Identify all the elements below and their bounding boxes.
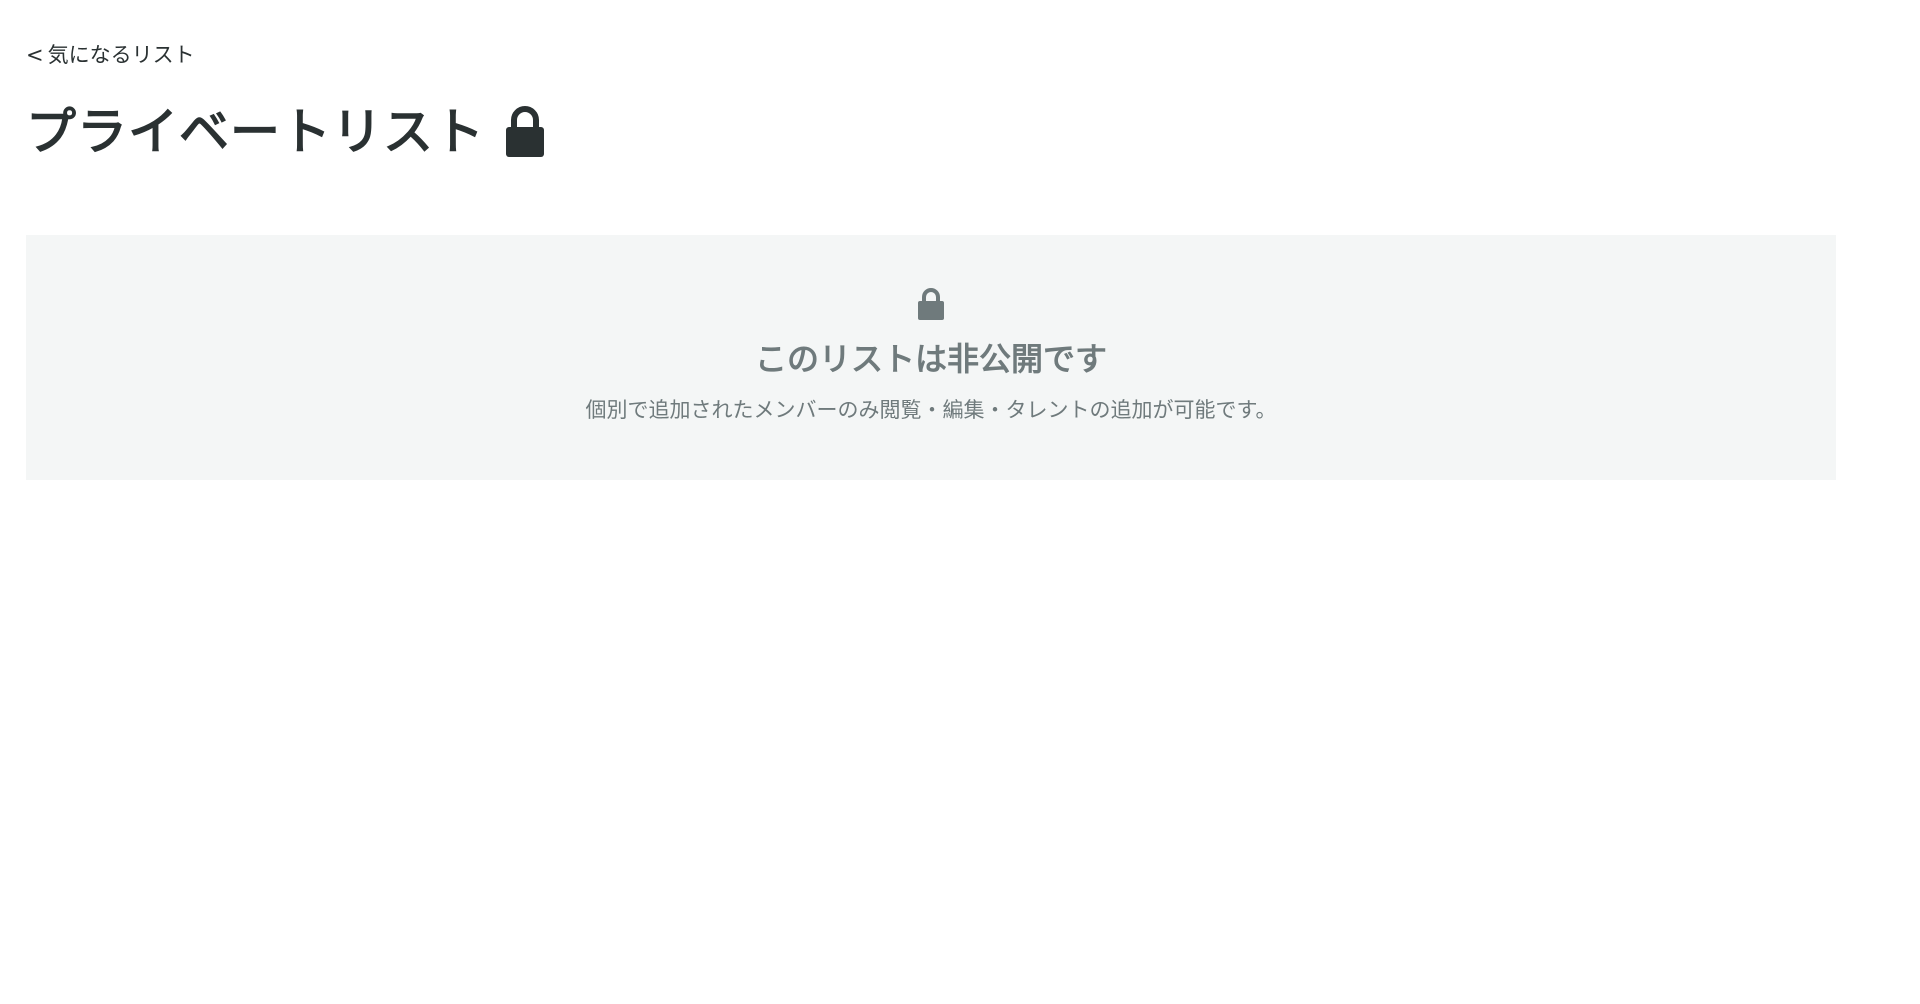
lock-icon <box>918 288 944 320</box>
notice-description: 個別で追加されたメンバーのみ閲覧・編集・タレントの追加が可能です。 <box>585 398 1277 422</box>
back-link-label: 気になるリスト <box>47 43 195 67</box>
page: < 気になるリスト プライベートリスト このリストは非公開です 個別で追加された… <box>0 0 1920 1004</box>
lock-icon <box>506 106 544 157</box>
page-title: プライベートリスト <box>26 103 485 161</box>
private-notice-panel: このリストは非公開です 個別で追加されたメンバーのみ閲覧・編集・タレントの追加が… <box>26 235 1836 480</box>
back-link[interactable]: < 気になるリスト <box>26 40 195 70</box>
title-row: プライベートリスト <box>26 96 545 168</box>
notice-title: このリストは非公開です <box>754 340 1107 378</box>
chevron-left-icon: < <box>26 43 44 67</box>
